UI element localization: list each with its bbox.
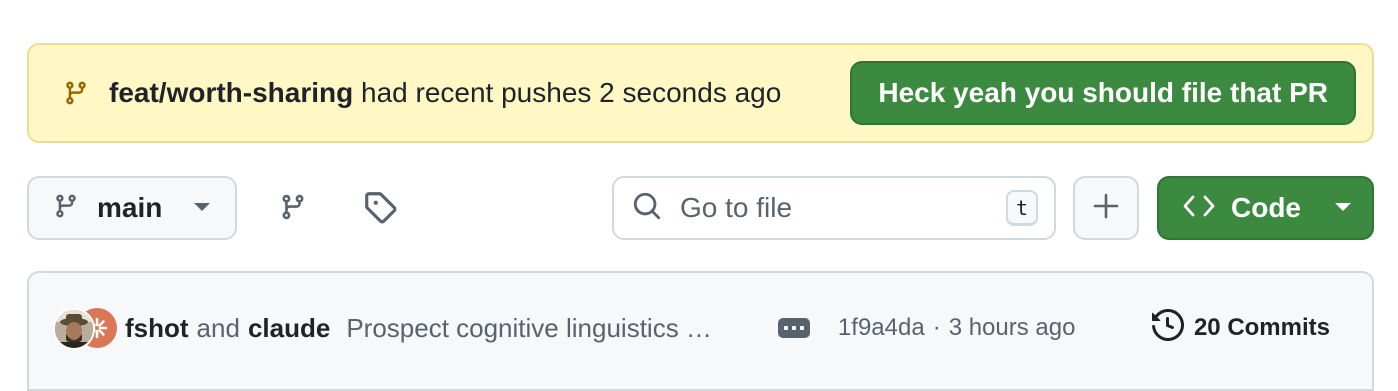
code-button-label: Code [1231, 192, 1301, 223]
commits-link[interactable]: 20 Commits [1151, 308, 1330, 348]
commit-authors-conjunction: and [196, 312, 240, 343]
code-icon [1183, 195, 1215, 222]
git-branch-icon [53, 191, 79, 226]
avatar[interactable] [53, 308, 95, 350]
caret-down-icon [193, 199, 211, 217]
repo-toolbar: main Go to file t Code [27, 176, 1374, 240]
latest-commit-row: fshot and claude Prospect cognitive ling… [53, 303, 1330, 353]
commit-author-1[interactable]: fshot [125, 313, 189, 344]
branches-link-icon[interactable] [279, 190, 307, 229]
recent-push-banner: feat/worth-sharing had recent pushes 2 s… [27, 43, 1374, 143]
commits-count: 20 Commits [1193, 314, 1330, 341]
git-branch-icon [63, 78, 89, 108]
separator: · [932, 314, 941, 341]
expand-commit-message-button[interactable] [777, 318, 810, 338]
latest-commit-bar: fshot and claude Prospect cognitive ling… [27, 271, 1374, 391]
branch-selector-button[interactable]: main [27, 176, 237, 240]
search-placeholder: Go to file [680, 192, 793, 223]
compare-pull-request-button[interactable]: Heck yeah you should file that PR [850, 61, 1356, 125]
commit-sha[interactable]: 1f9a4da [838, 314, 925, 342]
go-to-file-search[interactable]: Go to file t [612, 176, 1056, 240]
commit-avatars[interactable] [53, 306, 117, 350]
code-button[interactable]: Code [1157, 176, 1374, 240]
commit-message[interactable]: Prospect cognitive linguistics … [346, 313, 712, 344]
banner-message: feat/worth-sharing had recent pushes 2 s… [63, 77, 781, 109]
banner-push-text: had recent pushes 2 seconds ago [361, 77, 782, 108]
tag-icon[interactable] [363, 190, 397, 229]
commit-author-2[interactable]: claude [248, 313, 330, 344]
commit-time: 3 hours ago [948, 314, 1076, 341]
caret-down-icon [1334, 199, 1352, 217]
search-icon [632, 191, 662, 226]
history-icon [1151, 308, 1184, 348]
branch-name: main [97, 192, 163, 223]
banner-branch-name[interactable]: feat/worth-sharing [109, 77, 353, 108]
plus-icon [1093, 193, 1119, 224]
add-file-button[interactable] [1073, 176, 1139, 240]
keyboard-shortcut-hint: t [1006, 190, 1038, 226]
